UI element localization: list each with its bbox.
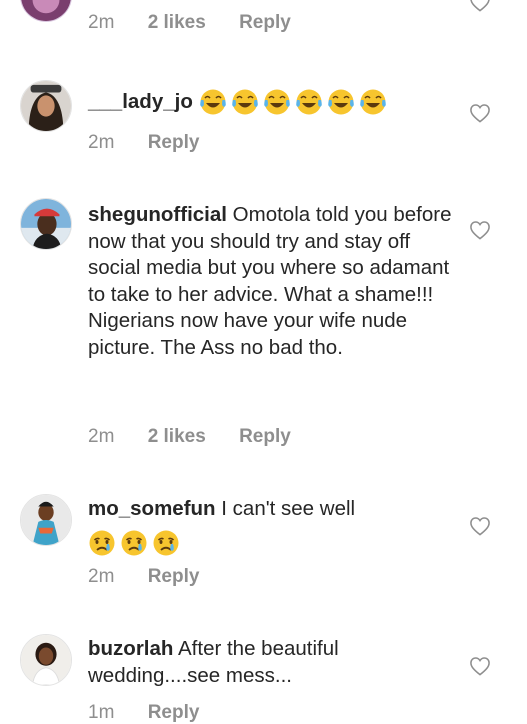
reply-button[interactable]: Reply bbox=[148, 566, 200, 587]
reply-button[interactable]: Reply bbox=[239, 426, 291, 447]
comment-text: I can't see well bbox=[221, 497, 356, 520]
tears-of-joy-emoji-icon bbox=[327, 88, 355, 116]
comment-username[interactable]: ___lady_jo bbox=[88, 90, 193, 113]
crying-face-emoji-icon bbox=[152, 529, 180, 557]
tears-of-joy-emoji-icon bbox=[231, 88, 259, 116]
comment-body: buzorlah After the beautiful wedding....… bbox=[88, 636, 458, 689]
comment-body: mo_somefun I can't see well bbox=[88, 496, 458, 558]
crying-face-emoji-icon bbox=[120, 529, 148, 557]
comment-time: 2m bbox=[88, 426, 115, 447]
avatar[interactable] bbox=[20, 80, 72, 132]
comment-text: Omotola told you before now that you sho… bbox=[88, 203, 452, 359]
likes-count-link[interactable]: 2 likes bbox=[148, 12, 206, 33]
like-heart-icon[interactable] bbox=[469, 516, 491, 536]
comment-time: 2m bbox=[88, 12, 115, 33]
avatar[interactable] bbox=[20, 0, 72, 22]
comment-meta: 2m 2 likes Reply bbox=[88, 12, 319, 34]
tears-of-joy-emoji-icon bbox=[263, 88, 291, 116]
likes-count-link[interactable]: 2 likes bbox=[148, 426, 206, 447]
comment-meta: 2m Reply bbox=[88, 132, 227, 154]
comment-body: shegunofficial Omotola told you before n… bbox=[88, 202, 458, 361]
comment-meta: 2m 2 likes Reply bbox=[88, 426, 319, 448]
reply-button[interactable]: Reply bbox=[239, 12, 291, 33]
like-heart-icon[interactable] bbox=[469, 103, 491, 123]
like-heart-icon[interactable] bbox=[469, 656, 491, 676]
comment-username[interactable]: shegunofficial bbox=[88, 203, 227, 226]
emoji-row bbox=[199, 88, 391, 118]
comment-meta: 2m Reply bbox=[88, 566, 227, 588]
emoji-row bbox=[88, 529, 458, 559]
comment-time: 2m bbox=[88, 132, 115, 153]
like-heart-icon[interactable] bbox=[469, 0, 491, 12]
avatar[interactable] bbox=[20, 494, 72, 546]
avatar[interactable] bbox=[20, 634, 72, 686]
comment-body: ___lady_jo bbox=[88, 88, 458, 118]
tears-of-joy-emoji-icon bbox=[295, 88, 323, 116]
comment-username[interactable]: buzorlah bbox=[88, 637, 173, 660]
comment-username[interactable]: mo_somefun bbox=[88, 497, 216, 520]
tears-of-joy-emoji-icon bbox=[199, 88, 227, 116]
comment-time: 2m bbox=[88, 566, 115, 587]
avatar[interactable] bbox=[20, 198, 72, 250]
crying-face-emoji-icon bbox=[88, 529, 116, 557]
comment-meta: 1m Reply bbox=[88, 702, 227, 724]
reply-button[interactable]: Reply bbox=[148, 132, 200, 153]
like-heart-icon[interactable] bbox=[469, 220, 491, 240]
tears-of-joy-emoji-icon bbox=[359, 88, 387, 116]
